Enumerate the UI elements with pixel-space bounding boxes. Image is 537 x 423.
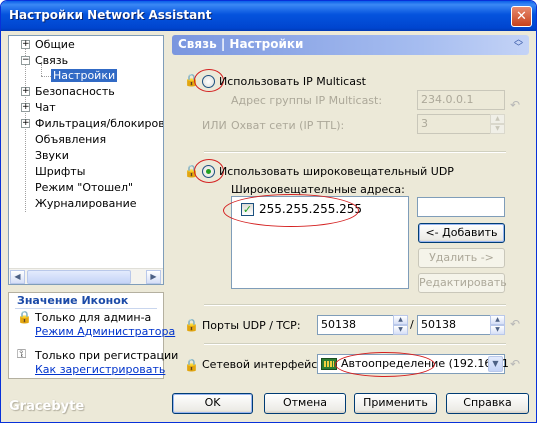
close-button[interactable]: ✕ — [511, 6, 532, 27]
ports-separator: / — [410, 318, 414, 331]
spin-up-icon[interactable]: ▲ — [490, 315, 505, 325]
ports-label: Порты UDP / TCP: — [202, 319, 301, 332]
tree-item-settings[interactable]: Настройки — [51, 68, 118, 84]
cancel-button[interactable]: Отмена — [264, 393, 346, 414]
legend-admin-text: Только для админ-а — [35, 311, 152, 324]
broadcast-addresses-label: Широковещательные адреса: — [231, 183, 405, 196]
tree-item-label: Объявления — [35, 133, 107, 146]
collapse-icon[interactable]: − — [21, 56, 30, 65]
tree-item-label: Связь — [35, 54, 69, 67]
spin-down-icon[interactable]: ▼ — [490, 325, 505, 335]
multicast-label[interactable]: Использовать IP Multicast — [219, 75, 366, 88]
expand-icon[interactable]: + — [21, 87, 30, 96]
revert-icon[interactable]: ↶ — [510, 357, 520, 371]
edit-address-button[interactable]: Редактировать — [418, 273, 507, 293]
settings-tree: + Общие − Связь Настройки + Безопасность… — [8, 35, 164, 285]
panel-header: Связь | Настройки ︿ ﹀ — [172, 35, 529, 55]
apply-button[interactable]: Применить — [354, 393, 437, 414]
window-title: Настройки Network Assistant — [9, 8, 212, 22]
multicast-group-input[interactable]: 234.0.0.1 — [417, 90, 505, 110]
spin-down-icon[interactable]: ▼ — [490, 124, 505, 134]
network-interface-label: Сетевой интерфейс: — [202, 358, 322, 371]
multicast-group-label: Адрес группы IP Multicast: — [231, 94, 383, 107]
tree-item-label: Звуки — [35, 149, 69, 162]
tree-horizontal-scrollbar[interactable]: ◀ ▶ — [9, 268, 163, 284]
ttl-spinner[interactable]: ▲ ▼ — [490, 114, 505, 134]
new-address-input[interactable] — [417, 197, 505, 217]
expand-icon[interactable]: + — [21, 103, 30, 112]
tree-item-label: Журналирование — [35, 197, 137, 210]
section-divider — [204, 304, 506, 306]
remove-address-button[interactable]: Удалить -> — [418, 248, 505, 268]
or-label: ИЛИ — [202, 119, 227, 132]
help-button[interactable]: Справка — [446, 393, 529, 414]
tree-item-label: Чат — [35, 101, 56, 114]
admin-lock-icon: 🔒 — [184, 358, 199, 372]
tree-guide-line — [25, 48, 26, 212]
icon-legend: Значение Иконок 🔒 Только для админ-а Реж… — [8, 292, 178, 379]
ttl-label: Охват сети (IP TTL): — [231, 119, 345, 132]
registration-key-icon: ⚿ — [17, 347, 27, 361]
highlight-ring — [335, 352, 435, 377]
scroll-right-icon[interactable]: ▶ — [146, 270, 161, 284]
ttl-input[interactable]: 3 — [417, 114, 491, 134]
panel-title: Связь | Настройки — [178, 37, 304, 51]
tree-item-label: Настройки — [51, 69, 118, 82]
settings-window: Настройки Network Assistant ✕ + Общие − … — [0, 0, 537, 423]
tree-item-label: Фильтрация/блокировки — [35, 117, 163, 130]
gracebyte-watermark: Gracebyte — [9, 399, 85, 414]
scroll-left-icon[interactable]: ◀ — [10, 270, 25, 284]
broadcast-label[interactable]: Использовать широковещательный UDP — [219, 165, 454, 178]
tree-item-label: Общие — [35, 38, 75, 51]
add-address-button[interactable]: <- Добавить — [418, 223, 505, 243]
expand-icon[interactable]: + — [21, 40, 30, 49]
tree-guide-line — [41, 76, 51, 77]
revert-icon[interactable]: ↶ — [510, 98, 520, 112]
tcp-port-spinner[interactable]: ▲ ▼ — [490, 315, 505, 335]
spin-up-icon[interactable]: ▲ — [393, 315, 408, 325]
scrollbar-thumb[interactable] — [27, 270, 131, 284]
title-bar: Настройки Network Assistant ✕ — [1, 1, 536, 31]
chevron-down-icon[interactable]: ▼ — [488, 356, 503, 372]
highlight-ring — [223, 194, 359, 227]
admin-lock-icon: 🔒 — [17, 310, 32, 324]
revert-icon[interactable]: ↶ — [510, 317, 520, 331]
legend-title: Значение Иконок — [17, 294, 129, 307]
section-divider — [204, 343, 506, 345]
legend-divider — [15, 308, 157, 309]
collapse-arrows-icon[interactable]: ︿ ﹀ — [514, 36, 523, 53]
admin-mode-link[interactable]: Режим Администратора — [35, 325, 175, 338]
tree-item-label: Режим "Отошел" — [35, 181, 134, 194]
section-divider — [204, 151, 506, 153]
admin-lock-icon: 🔒 — [184, 318, 199, 332]
tree-item-label: Безопасность — [35, 85, 115, 98]
tcp-port-input[interactable]: 50138 — [417, 315, 491, 335]
udp-port-spinner[interactable]: ▲ ▼ — [393, 315, 408, 335]
legend-registration-text: Только при регистрации — [35, 349, 179, 362]
spin-up-icon[interactable]: ▲ — [490, 114, 505, 124]
expand-icon[interactable]: + — [21, 119, 30, 128]
how-to-register-link[interactable]: Как зарегистрировать — [35, 363, 165, 376]
udp-port-input[interactable]: 50138 — [317, 315, 394, 335]
ok-button[interactable]: OK — [172, 393, 253, 414]
tree-item-label: Шрифты — [35, 165, 86, 178]
spin-down-icon[interactable]: ▼ — [393, 325, 408, 335]
